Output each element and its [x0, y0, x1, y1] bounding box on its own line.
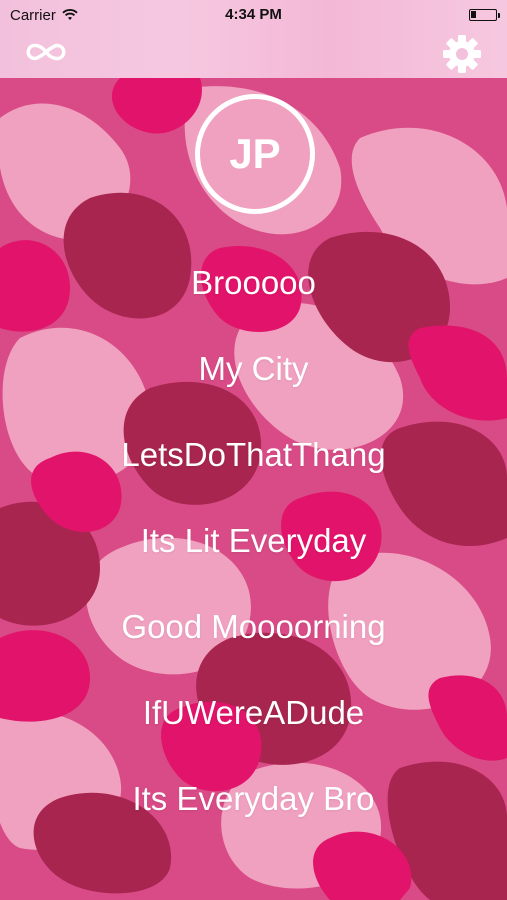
- menu-item-its-everyday-bro[interactable]: Its Everyday Bro: [0, 756, 507, 842]
- status-bar: Carrier 4:34 PM: [0, 0, 507, 30]
- sound-menu: Brooooo My City LetsDoThatThang Its Lit …: [0, 240, 507, 842]
- menu-item-my-city[interactable]: My City: [0, 326, 507, 412]
- nav-actions: [0, 30, 507, 78]
- gear-icon[interactable]: [440, 32, 484, 76]
- profile-initials: JP: [229, 130, 281, 177]
- status-time: 4:34 PM: [225, 6, 282, 23]
- menu-item-lets-do-that-thang[interactable]: LetsDoThatThang: [0, 412, 507, 498]
- navigation-bar: Carrier 4:34 PM: [0, 0, 507, 78]
- battery-level: [471, 11, 476, 18]
- infinity-icon[interactable]: [22, 37, 70, 67]
- menu-item-good-moooorning[interactable]: Good Moooorning: [0, 584, 507, 670]
- menu-item-brooooo[interactable]: Brooooo: [0, 240, 507, 326]
- profile-avatar[interactable]: JP: [195, 94, 315, 214]
- menu-item-ifuwereadude[interactable]: IfUWereADude: [0, 670, 507, 756]
- menu-item-its-lit-everyday[interactable]: Its Lit Everyday: [0, 498, 507, 584]
- battery-icon: [469, 9, 500, 21]
